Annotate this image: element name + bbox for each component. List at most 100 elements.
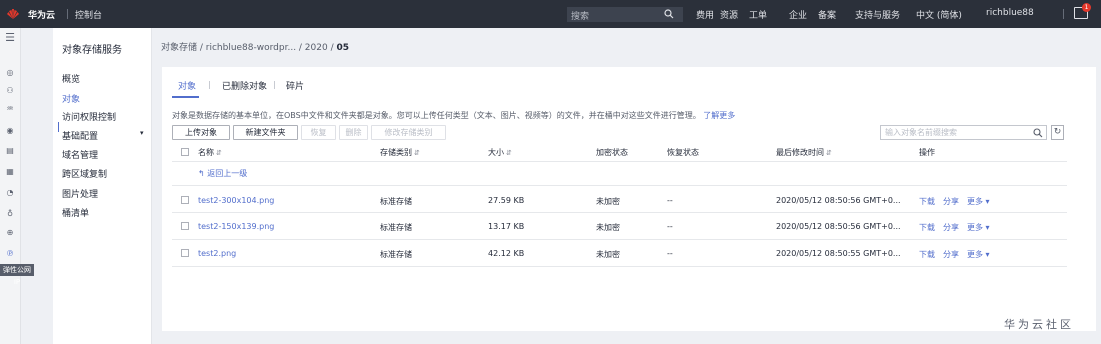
change-storage-class-button[interactable]: 修改存储类别: [371, 125, 446, 140]
object-name-link[interactable]: test2-150x139.png: [198, 222, 274, 231]
active-indicator: [58, 122, 59, 132]
select-all-checkbox[interactable]: [181, 148, 189, 156]
console-link[interactable]: 控制台: [75, 8, 102, 21]
more-dropdown[interactable]: 更多 ▾: [967, 196, 990, 207]
nav-tickets[interactable]: 工单: [749, 8, 767, 21]
service-icon-4[interactable]: ◉: [5, 126, 15, 136]
sort-icon[interactable]: ⇵: [826, 149, 832, 157]
column-header-storage[interactable]: 存储类别 ⇵: [380, 147, 420, 158]
column-header-actions: 操作: [919, 148, 935, 157]
nav-filing[interactable]: 备案: [818, 8, 836, 21]
column-header-restore: 恢复状态: [667, 148, 699, 157]
nav-resources[interactable]: 资源: [720, 8, 738, 21]
search-placeholder: 搜索: [571, 12, 590, 22]
object-size: 13.17 KB: [488, 222, 525, 231]
header-label: 大小: [488, 148, 504, 157]
service-icon-rail: ☰ ◎ ⚇ ♒ ◉ ▤ ▦ ◔ ♁ ⊕ ℗ 弹性公网IP: [0, 28, 34, 344]
community-watermark: 华为云社区: [1004, 318, 1074, 331]
service-icon-2[interactable]: ⚇: [5, 86, 15, 96]
row-checkbox[interactable]: [181, 222, 189, 230]
object-name-link[interactable]: test2-300x104.png: [198, 196, 274, 205]
download-link[interactable]: 下载: [919, 196, 935, 207]
download-link[interactable]: 下载: [919, 249, 935, 260]
menu-cross-region[interactable]: 跨区域复制: [62, 167, 107, 180]
nav-support[interactable]: 支持与服务: [855, 8, 900, 21]
service-icon-9[interactable]: ⊕: [5, 228, 15, 238]
header-label: 存储类别: [380, 148, 412, 157]
user-menu[interactable]: richblue88: [986, 8, 1034, 18]
share-link[interactable]: 分享: [943, 222, 959, 233]
service-icon-8[interactable]: ♁: [5, 209, 15, 219]
divider: [172, 239, 1067, 240]
nav-billing[interactable]: 费用: [696, 8, 714, 21]
more-label: 更多: [967, 197, 983, 206]
column-header-name[interactable]: 名称 ⇵: [198, 147, 222, 158]
chevron-down-icon: ▾: [983, 223, 990, 232]
upload-object-button[interactable]: 上传对象: [172, 125, 230, 140]
top-navbar: 华为云 控制台 搜索 费用 资源 工单 企业 备案 支持与服务 中文 (简体) …: [0, 0, 1101, 28]
back-to-parent-link[interactable]: ↰ 返回上一级: [198, 168, 247, 179]
breadcrumb[interactable]: 对象存储 / richblue88-wordpr... / 2020 / 05: [161, 40, 349, 53]
menu-overview[interactable]: 概览: [62, 72, 80, 85]
back-arrow-icon: ↰: [198, 169, 205, 178]
restore-button[interactable]: 恢复: [301, 125, 336, 140]
divider: [209, 81, 210, 89]
encryption-status: 未加密: [596, 250, 620, 259]
search-icon[interactable]: [664, 9, 674, 19]
download-link[interactable]: 下载: [919, 222, 935, 233]
more-label: 更多: [967, 223, 983, 232]
language-selector[interactable]: 中文 (简体): [916, 8, 962, 21]
refresh-icon[interactable]: ↻: [1051, 125, 1064, 140]
delete-button[interactable]: 删除: [339, 125, 368, 140]
header-label: 最后修改时间: [776, 148, 824, 157]
filter-icon[interactable]: ⇵: [414, 149, 420, 157]
menu-access-control[interactable]: 访问权限控制: [62, 110, 116, 123]
object-search-input[interactable]: 输入对象名前缀搜索: [880, 125, 1047, 140]
global-search-input[interactable]: 搜索: [567, 7, 683, 22]
object-name-link[interactable]: test2.png: [198, 249, 236, 258]
tab-deleted-objects[interactable]: 已删除对象: [222, 79, 267, 92]
column-header-modified[interactable]: 最后修改时间 ⇵: [776, 147, 832, 158]
sort-icon[interactable]: ⇵: [216, 149, 222, 157]
search-icon[interactable]: [1033, 128, 1043, 138]
chevron-down-icon: ▾: [983, 250, 990, 259]
menu-objects[interactable]: 对象: [62, 92, 80, 105]
more-dropdown[interactable]: 更多 ▾: [967, 222, 990, 233]
menu-image-processing[interactable]: 图片处理: [62, 187, 98, 200]
nav-enterprise[interactable]: 企业: [789, 8, 807, 21]
column-header-size[interactable]: 大小 ⇵: [488, 147, 512, 158]
divider: [274, 81, 275, 89]
eip-icon[interactable]: ℗: [5, 249, 15, 259]
row-checkbox[interactable]: [181, 249, 189, 257]
tab-objects[interactable]: 对象: [178, 79, 196, 92]
service-side-menu: 对象存储服务 概览 对象 访问权限控制 基础配置 ▾ 域名管理 跨区域复制 图片…: [53, 28, 152, 344]
new-folder-button[interactable]: 新建文件夹: [233, 125, 298, 140]
service-icon-3[interactable]: ♒: [5, 104, 15, 114]
menu-inventory[interactable]: 桶清单: [62, 206, 89, 219]
service-title: 对象存储服务: [62, 45, 122, 56]
service-icon-5[interactable]: ▤: [5, 146, 15, 156]
sort-icon[interactable]: ⇵: [506, 149, 512, 157]
brand-name[interactable]: 华为云: [28, 8, 55, 21]
huawei-logo[interactable]: [5, 6, 21, 22]
divider: [67, 9, 68, 19]
row-checkbox[interactable]: [181, 196, 189, 204]
back-label: 返回上一级: [207, 169, 248, 178]
tab-fragments[interactable]: 碎片: [286, 79, 304, 92]
more-dropdown[interactable]: 更多 ▾: [967, 249, 990, 260]
active-tab-indicator: [172, 96, 199, 98]
menu-basic-config[interactable]: 基础配置: [62, 129, 98, 142]
breadcrumb-path[interactable]: 对象存储 / richblue88-wordpr... / 2020 /: [161, 43, 336, 53]
description: 对象是数据存储的基本单位，在OBS中文件和文件夹都是对象。您可以上传任何类型（文…: [172, 110, 735, 121]
service-icon-6[interactable]: ▦: [5, 167, 15, 177]
column-header-encryption: 加密状态: [596, 148, 628, 157]
learn-more-link[interactable]: 了解更多: [703, 111, 735, 120]
header-label: 名称: [198, 148, 214, 157]
menu-domain[interactable]: 域名管理: [62, 148, 98, 161]
service-icon-1[interactable]: ◎: [5, 68, 15, 78]
share-link[interactable]: 分享: [943, 196, 959, 207]
hamburger-icon[interactable]: ☰: [5, 32, 15, 43]
share-link[interactable]: 分享: [943, 249, 959, 260]
service-icon-7[interactable]: ◔: [5, 188, 15, 198]
search-placeholder: 输入对象名前缀搜索: [885, 128, 957, 137]
